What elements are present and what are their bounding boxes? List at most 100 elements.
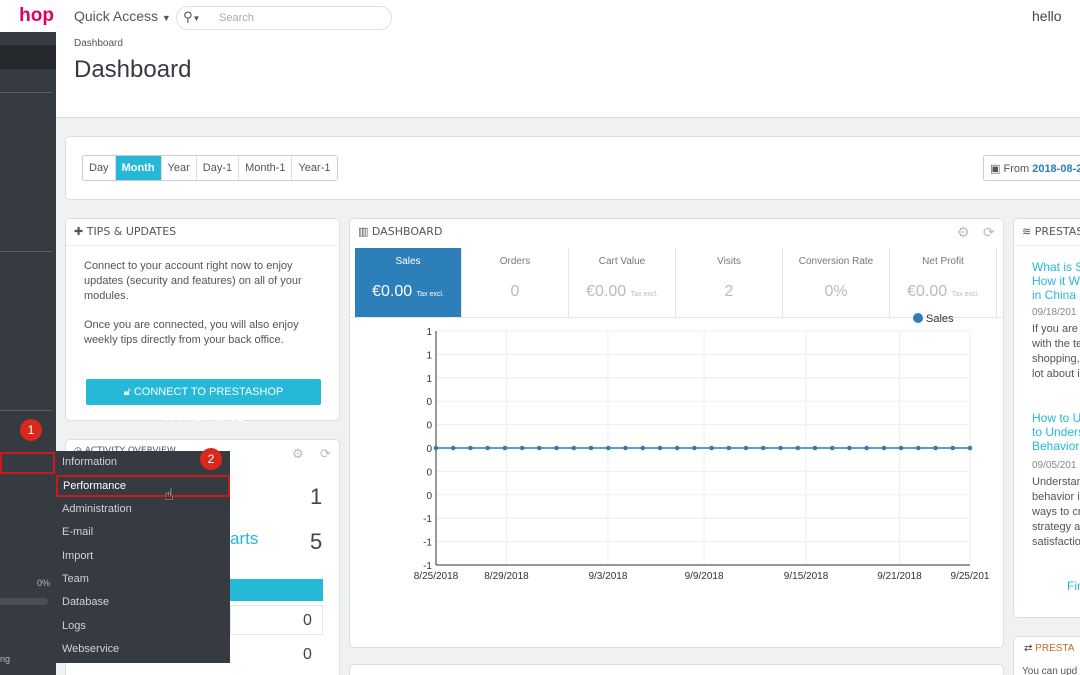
data-point [898, 445, 904, 451]
data-point [519, 445, 525, 451]
step-badge-2: 2 [200, 448, 222, 470]
date-range-picker[interactable]: ▣ From 2018-08-2 [983, 155, 1080, 181]
data-point [468, 445, 473, 451]
kpi-net-profit[interactable]: Net Profit €0.00 Tax excl. [890, 248, 997, 317]
sidebar-progress-label: 0% [36, 578, 50, 588]
search-input[interactable]: Search [219, 12, 254, 24]
submenu-item-logs[interactable]: Logs [62, 620, 86, 632]
sidebar-divider [0, 92, 52, 93]
dashboard-title-text: DASHBOARD [371, 225, 443, 238]
data-point [760, 445, 766, 451]
data-point [709, 445, 714, 451]
legend-label: Sales [926, 313, 954, 325]
sidebar-progress-bar [0, 598, 48, 605]
rss-icon: ≋ [1022, 225, 1032, 238]
kpi-visits[interactable]: Visits 2 [676, 248, 783, 317]
y-tick-label: 0 [426, 421, 432, 432]
news-item-2-date: 09/05/201 [1032, 460, 1077, 471]
data-point [674, 445, 680, 451]
data-point [692, 445, 697, 451]
data-point [881, 445, 887, 451]
gear-icon[interactable]: ⚙ [292, 446, 304, 462]
user-name[interactable]: hello [1032, 8, 1062, 24]
data-point [605, 445, 611, 451]
news-title: ≋ PRESTASH [1022, 225, 1080, 238]
y-tick-label: -1 [423, 514, 432, 525]
sidebar-divider [0, 251, 52, 252]
data-point [433, 445, 439, 451]
y-tick-label: 1 [426, 350, 432, 361]
submenu-item-email[interactable]: E-mail [62, 526, 93, 538]
kpi-orders[interactable]: Orders 0 [462, 248, 569, 317]
quick-access-menu[interactable]: Quick Access ▼ [74, 8, 171, 24]
divider [66, 245, 339, 246]
page-title: Dashboard [74, 56, 192, 83]
submenu-item-database[interactable]: Database [62, 596, 109, 608]
refresh-icon[interactable]: ⟳ [320, 446, 331, 462]
news-item-1-date: 09/18/201 [1032, 307, 1077, 318]
prestashop-updates-panel: ⇄ PRESTA You can upd [1013, 636, 1080, 675]
dashboard-panel: ▥ DASHBOARD ⚙ ⟳ Sales €0.00 Tax excl. Orde… [349, 218, 1004, 648]
calendar-icon: ▣ [990, 163, 1001, 175]
kpi-cart-value[interactable]: Cart Value €0.00 Tax excl. [569, 248, 676, 317]
tips-panel: ✚ TIPS & UPDATES Connect to your account… [65, 218, 340, 424]
data-point [812, 445, 818, 451]
data-point [537, 445, 542, 451]
pending-orders-count: 1 [310, 484, 323, 509]
data-point [795, 445, 801, 451]
header: Quick Access ▼ ⚲▼ Search hello Dashboard… [56, 0, 1080, 118]
refresh-icon[interactable]: ⟳ [983, 224, 995, 241]
gear-icon[interactable]: ⚙ [957, 224, 970, 241]
submenu-item-team[interactable]: Team [62, 573, 89, 585]
data-point [502, 445, 508, 451]
news-item-1-text: If you are with the te shopping, lot about … [1032, 323, 1080, 380]
kpi-value: 0% [824, 283, 848, 300]
sidebar-item-advanced-parameters[interactable] [0, 452, 55, 474]
unlock-icon: 🔓︎ [123, 386, 131, 398]
period-button-day[interactable]: Day [83, 156, 116, 180]
find-more-link[interactable]: Fin [1067, 579, 1080, 593]
prestashop-logo[interactable]: hop [0, 0, 56, 32]
y-tick-label: 1 [426, 327, 432, 338]
search-icon[interactable]: ⚲▼ [183, 9, 200, 25]
connect-marketplace-button[interactable]: 🔓︎ CONNECT TO PRESTASHOP MARKETPLACE [86, 379, 321, 424]
abandoned-carts-link[interactable]: arts [230, 529, 258, 549]
divider [350, 317, 1003, 318]
from-date: 2018-08-2 [1032, 163, 1080, 175]
kpi-sales[interactable]: Sales €0.00 Tax excl. [355, 248, 462, 317]
x-tick-label: 9/21/2018 [877, 571, 922, 582]
caret-down-icon: ▼ [161, 13, 171, 23]
activity-tab-active[interactable] [230, 579, 323, 601]
data-point [640, 445, 646, 451]
breadcrumb[interactable]: Dashboard [74, 38, 123, 49]
data-point [916, 445, 921, 451]
kpi-label: Cart Value [598, 256, 646, 267]
data-point [743, 445, 749, 451]
news-item-2-text: Understan behavior i ways to cr strategy as… [1032, 476, 1080, 548]
updates-title-text: PRESTA [1035, 643, 1075, 654]
submenu-item-webservice[interactable]: Webservice [62, 643, 119, 655]
search-bar[interactable]: ⚲▼ Search [176, 6, 392, 30]
period-button-year[interactable]: Year [161, 156, 197, 180]
kpi-conversion-rate[interactable]: Conversion Rate 0% [783, 248, 890, 317]
prestashop-news-panel: ≋ PRESTASH What is ScHow it Wiin China 0… [1013, 218, 1080, 618]
period-button-day-1[interactable]: Day-1 [196, 156, 240, 180]
legend-marker [913, 313, 923, 323]
submenu-item-import[interactable]: Import [62, 550, 93, 562]
period-button-year-1[interactable]: Year-1 [292, 156, 337, 180]
news-item-1-title[interactable]: What is ScHow it Wiin China [1032, 260, 1080, 302]
submenu-item-information[interactable]: Information [62, 456, 117, 468]
submenu-item-performance[interactable]: Performance [56, 475, 230, 498]
kpi-value: 0 [510, 283, 520, 300]
period-button-month-1[interactable]: Month-1 [239, 156, 293, 180]
submenu-item-administration[interactable]: Administration [62, 503, 132, 515]
tips-title: ✚ TIPS & UPDATES [74, 225, 176, 238]
data-point [778, 445, 783, 451]
y-tick-label: -1 [423, 538, 432, 549]
period-button-month[interactable]: Month [115, 156, 162, 180]
news-item-2-title[interactable]: How to Usto UndersBehavior [1032, 411, 1080, 453]
kpi-label: Conversion Rate [798, 256, 874, 267]
tips-paragraph-1: Connect to your account right now to enj… [84, 260, 302, 302]
puzzle-icon: ✚ [74, 225, 84, 238]
sidebar-footer-text: ng [0, 654, 11, 664]
